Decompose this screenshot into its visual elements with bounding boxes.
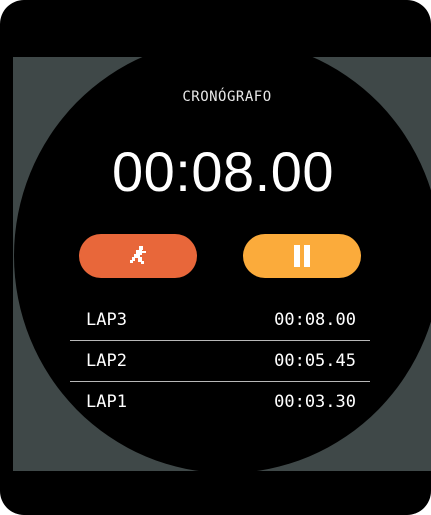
lap-row: LAP3 00:08.00: [70, 300, 370, 340]
lap-time: 00:03.30: [274, 392, 356, 412]
lap-button[interactable]: [79, 234, 197, 278]
pause-button[interactable]: [243, 234, 361, 278]
lap-label: LAP3: [86, 310, 127, 330]
lap-label: LAP1: [86, 392, 127, 412]
lap-time: 00:05.45: [274, 351, 356, 371]
runner-icon: [130, 246, 146, 264]
watch-device: CRONÓGRAFO 00:08.00 LAP3 00:08.00 LAP2 0…: [0, 0, 431, 515]
lap-row: LAP2 00:05.45: [70, 340, 370, 381]
lap-row: LAP1 00:03.30: [70, 381, 370, 422]
lap-label: LAP2: [86, 351, 127, 371]
lap-time: 00:08.00: [274, 310, 356, 330]
elapsed-time-display: 00:08.00: [112, 140, 334, 203]
app-title: CRONÓGRAFO: [182, 89, 272, 105]
lap-list: LAP3 00:08.00 LAP2 00:05.45 LAP1 00:03.3…: [70, 300, 370, 422]
pause-icon: [294, 245, 310, 267]
